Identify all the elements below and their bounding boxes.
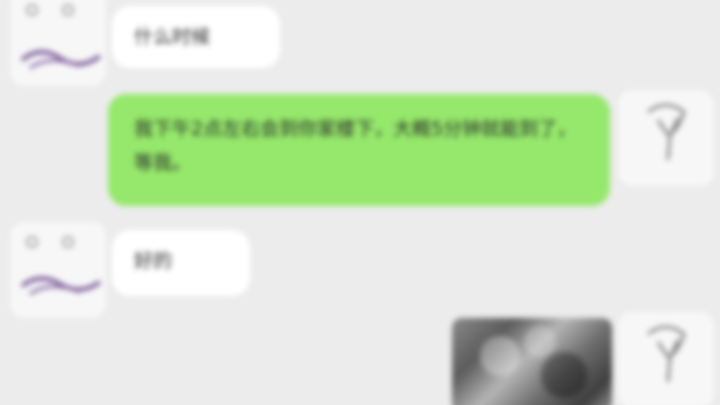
contact-avatar[interactable] [10, 0, 106, 86]
message-bubble-incoming[interactable]: 什么时候 [112, 6, 280, 68]
chat-conversation: 什么时候 我下午2点左右会到你家楼下，大概5分钟就能到了，等我。 好的 [0, 0, 720, 405]
image-message-thumbnail[interactable] [452, 318, 612, 405]
cartoon-face-icon [20, 236, 102, 296]
cartoon-face-icon [20, 4, 102, 70]
bulb-sketch-icon [647, 103, 686, 161]
bulb-sketch-icon [647, 325, 686, 383]
my-avatar[interactable] [618, 90, 714, 186]
contact-avatar[interactable] [10, 222, 106, 318]
message-bubble-outgoing[interactable]: 我下午2点左右会到你家楼下，大概5分钟就能到了，等我。 [108, 94, 610, 206]
my-avatar[interactable] [618, 312, 714, 405]
message-bubble-incoming[interactable]: 好的 [112, 230, 250, 296]
